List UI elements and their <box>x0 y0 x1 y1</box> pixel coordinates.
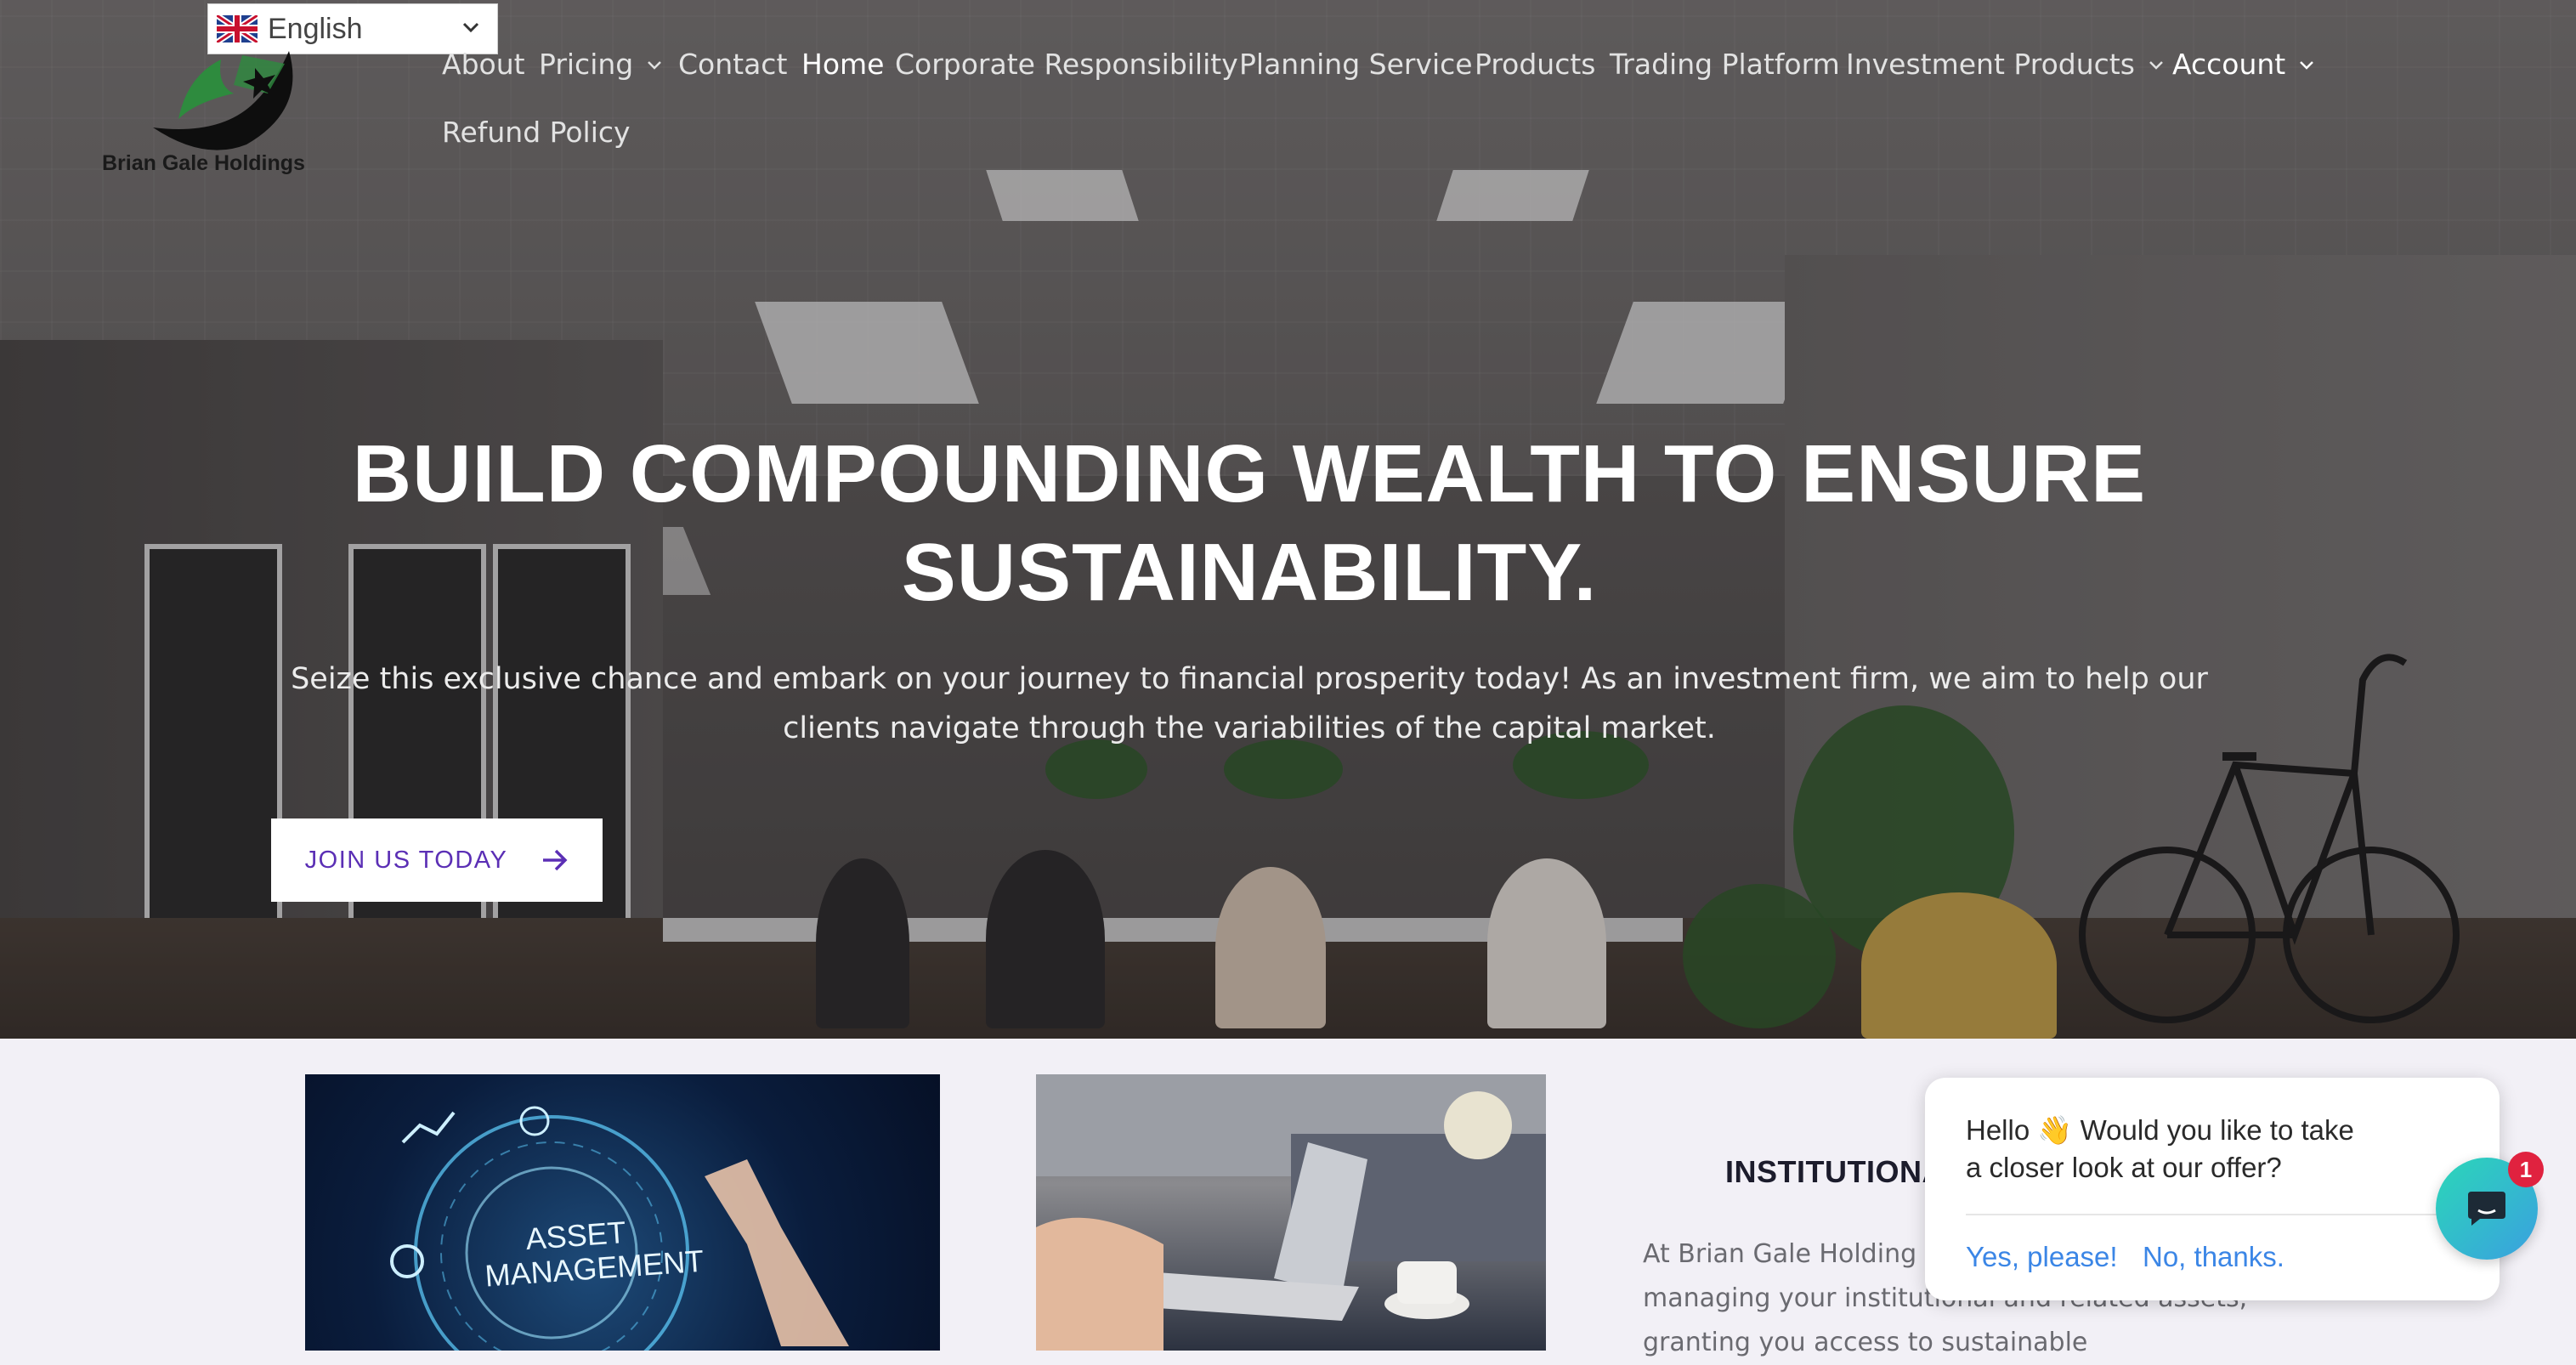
chat-message-line: a closer look at our offer? <box>1966 1152 2282 1183</box>
nav-contact[interactable]: Contact <box>678 48 787 81</box>
laptop-scene-graphic <box>1036 1074 1546 1351</box>
nav-products[interactable]: Products <box>1475 48 1596 81</box>
chat-bubble-icon <box>2468 1192 2505 1226</box>
asset-management-graphic <box>390 1106 849 1351</box>
join-us-button[interactable]: JOIN US TODAY <box>271 818 603 902</box>
arrow-right-icon <box>543 849 568 871</box>
nav-trading-platform[interactable]: Trading Platform <box>1610 48 1840 81</box>
chat-popup: Hello 👋 Would you like to take a closer … <box>1925 1078 2500 1300</box>
chat-no-button[interactable]: No, thanks. <box>2143 1241 2284 1273</box>
nav-corporate-responsibility[interactable]: Corporate Responsibility <box>895 48 1238 81</box>
hero-subtitle: Seize this exclusive chance and embark o… <box>272 654 2227 753</box>
join-us-label: JOIN US TODAY <box>304 846 508 874</box>
nav-pricing[interactable]: Pricing <box>539 48 664 81</box>
asset-management-image: ASSET MANAGEMENT <box>305 1074 940 1351</box>
chat-divider <box>1966 1214 2437 1215</box>
nav-account[interactable]: Account <box>2172 48 2316 81</box>
nav-investment-products[interactable]: Investment Products <box>1846 48 2166 81</box>
hero-title-line: SUSTAINABILITY. <box>901 527 1598 618</box>
chat-message-line: Hello 👋 Would you like to take <box>1966 1114 2354 1146</box>
nav-planning-service[interactable]: Planning Service <box>1239 48 1473 81</box>
hero-title-line: BUILD COMPOUNDING WEALTH TO ENSURE <box>352 428 2147 519</box>
brand-name: Brian Gale Holdings <box>102 151 305 175</box>
chat-yes-button[interactable]: Yes, please! <box>1966 1241 2118 1273</box>
chevron-down-icon <box>462 22 479 33</box>
hero-subtitle-line: Seize this exclusive chance and embark o… <box>291 662 2208 696</box>
nav-label: Refund Policy <box>442 116 631 149</box>
nav-about[interactable]: About <box>442 48 525 81</box>
nav-label: Contact <box>678 48 788 81</box>
nav-refund-policy[interactable]: Refund Policy <box>442 116 631 149</box>
nav-label: Investment Products <box>1846 48 2135 81</box>
institutional-title: INSTITUTIONA <box>1725 1154 1945 1189</box>
nav-label: About <box>442 48 525 81</box>
chat-notification-badge: 1 <box>2508 1152 2544 1187</box>
chevron-down-icon <box>648 60 662 70</box>
nav-label: Home <box>801 48 885 81</box>
nav-label: Products <box>1475 48 1596 81</box>
institutional-body-line: granting you access to sustainable <box>1643 1328 2088 1357</box>
nav-label: Account <box>2172 48 2286 81</box>
nav-label: Pricing <box>539 48 634 81</box>
nav-home[interactable]: Home <box>801 48 884 81</box>
hero-title: BUILD COMPOUNDING WEALTH TO ENSURE SUSTA… <box>255 425 2244 622</box>
chevron-down-icon <box>2149 60 2163 70</box>
nav-label: Corporate Responsibility <box>895 48 1238 81</box>
nav-label: Trading Platform <box>1610 48 1840 81</box>
chevron-down-icon <box>2300 60 2314 70</box>
laptop-workspace-image <box>1036 1074 1546 1351</box>
asset-management-label: ASSET MANAGEMENT <box>481 1212 705 1294</box>
hero-subtitle-line: clients navigate through the variabiliti… <box>783 711 1716 745</box>
chat-message: Hello 👋 Would you like to take a closer … <box>1966 1112 2442 1187</box>
nav-label: Planning Service <box>1239 48 1473 81</box>
